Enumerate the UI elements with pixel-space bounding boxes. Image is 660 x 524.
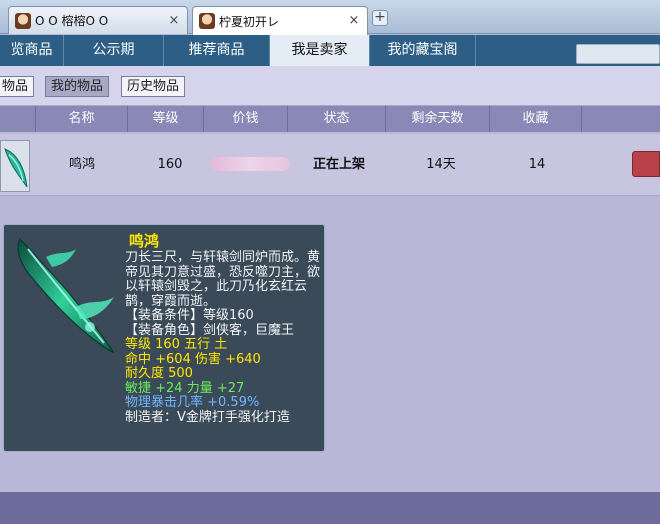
close-icon[interactable]: × bbox=[347, 14, 361, 28]
tooltip-bonus-agility: 敏捷 +24 力量 +27 bbox=[125, 380, 245, 396]
tooltip-req-role: 【装备角色】剑侠客，巨魔王 bbox=[125, 322, 295, 338]
item-name[interactable]: 鸣鸿 bbox=[36, 134, 128, 196]
item-status: 正在上架 bbox=[312, 157, 365, 172]
item-thumbnail[interactable] bbox=[0, 140, 30, 192]
sword-icon bbox=[17, 237, 115, 354]
column-header-level[interactable]: 等级 bbox=[128, 106, 204, 132]
new-tab-button[interactable]: + bbox=[372, 10, 388, 26]
tooltip-durability: 耐久度 500 bbox=[125, 366, 193, 381]
table-row[interactable]: 鸣鸿 160 正在上架 14天 14 bbox=[0, 134, 660, 196]
tab-title: 柠夏初开レ bbox=[219, 14, 280, 29]
browser-tab-strip: O O 榕榕O O × 柠夏初开レ × + bbox=[0, 0, 660, 35]
tooltip-item-name: 鸣鸿 bbox=[129, 232, 160, 250]
subtab-items[interactable]: 物品 bbox=[0, 76, 35, 97]
item-favorites: 14 bbox=[528, 157, 546, 172]
bottom-bar bbox=[0, 492, 660, 524]
tooltip-bonus-crit: 物理暴击几率 +0.59% bbox=[125, 395, 260, 410]
action-button[interactable] bbox=[632, 151, 660, 177]
close-icon[interactable]: × bbox=[167, 14, 181, 28]
tab-title: O O 榕榕O O bbox=[35, 14, 109, 28]
column-header-name[interactable]: 名称 bbox=[36, 106, 128, 132]
sub-tab-bar: 物品 我的物品 历史物品 bbox=[0, 66, 660, 106]
item-level: 160 bbox=[157, 157, 183, 172]
browser-tab-1[interactable]: O O 榕榕O O × bbox=[8, 6, 188, 34]
nav-item-browse[interactable]: 览商品 bbox=[0, 35, 64, 66]
column-header-days[interactable]: 剩余天数 bbox=[386, 106, 490, 132]
browser-tab-2[interactable]: 柠夏初开レ × bbox=[192, 6, 368, 35]
item-tooltip: 鸣鸿 刀长三尺，与轩辕剑同炉而成。黄帝见其刀意过盛，恐反噬刀主，欲以轩辕剑毁之，… bbox=[3, 224, 325, 452]
avatar-icon bbox=[15, 12, 31, 29]
column-header-image bbox=[0, 106, 36, 132]
main-nav: 览商品 公示期 推荐商品 我是卖家 我的藏宝阁 bbox=[0, 35, 660, 66]
price-value bbox=[210, 157, 290, 171]
avatar-icon bbox=[199, 13, 215, 29]
item-days-left: 14天 bbox=[426, 157, 456, 172]
nav-item-treasure[interactable]: 我的藏宝阁 bbox=[370, 35, 476, 66]
column-header-status[interactable]: 状态 bbox=[288, 106, 386, 132]
tooltip-maker: 制造者：V金牌打手强化打造 bbox=[125, 409, 290, 425]
nav-item-recommended[interactable]: 推荐商品 bbox=[164, 35, 270, 66]
search-input[interactable] bbox=[576, 44, 660, 64]
column-header-favorites[interactable]: 收藏 bbox=[490, 106, 582, 132]
tooltip-stats-level: 等级 160 五行 土 bbox=[125, 337, 228, 352]
table-header: 名称 等级 价钱 状态 剩余天数 收藏 bbox=[0, 106, 660, 132]
subtab-history-items[interactable]: 历史物品 bbox=[121, 76, 186, 97]
column-header-price[interactable]: 价钱 bbox=[204, 106, 288, 132]
tooltip-req-level: 【装备条件】等级160 bbox=[125, 308, 254, 323]
nav-item-seller[interactable]: 我是卖家 bbox=[270, 35, 370, 66]
tooltip-description: 刀长三尺，与轩辕剑同炉而成。黄帝见其刀意过盛，恐反噬刀主，欲以轩辕剑毁之，此刀乃… bbox=[125, 250, 321, 309]
tooltip-text: 鸣鸿 刀长三尺，与轩辕剑同炉而成。黄帝见其刀意过盛，恐反噬刀主，欲以轩辕剑毁之，… bbox=[125, 231, 321, 425]
nav-item-public[interactable]: 公示期 bbox=[64, 35, 164, 66]
tooltip-stats-hit: 命中 +604 伤害 +640 bbox=[125, 351, 261, 367]
subtab-my-items[interactable]: 我的物品 bbox=[45, 76, 110, 97]
